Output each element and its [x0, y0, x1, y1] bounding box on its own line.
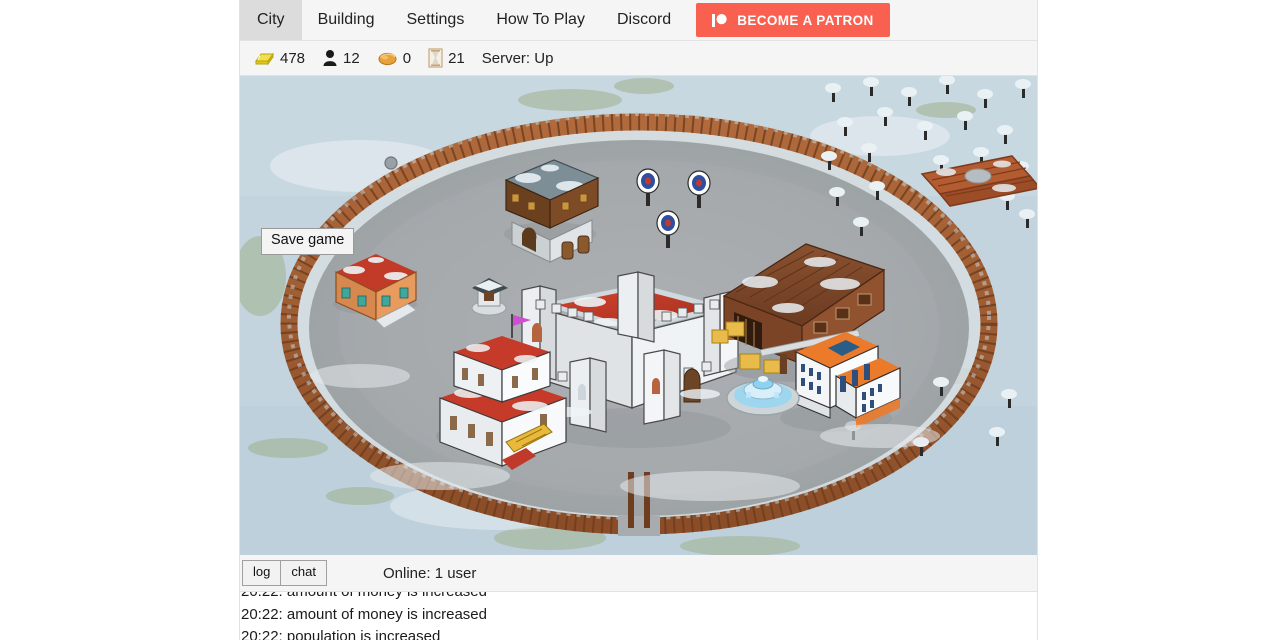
main-navigation: City Building Settings How To Play Disco…	[240, 0, 1037, 41]
city-scene	[240, 76, 1037, 555]
stat-value: 478	[280, 49, 306, 67]
tab-chat[interactable]: chat	[280, 560, 327, 586]
stat-value: 12	[343, 49, 360, 67]
nav-item-label: City	[257, 11, 285, 28]
save-game-label: Save game	[271, 232, 345, 248]
resource-stats-bar: 478 12 0 21 Server: Up	[240, 41, 1037, 76]
tab-log[interactable]: log	[242, 560, 282, 586]
population-icon	[323, 50, 337, 66]
content-column: City Building Settings How To Play Disco…	[239, 0, 1038, 640]
tavern-building	[504, 159, 600, 263]
gold-bar-icon	[255, 52, 274, 66]
patron-button-label: BECOME A PATRON	[737, 12, 874, 28]
stone-resource	[384, 156, 398, 170]
tab-label: chat	[291, 564, 316, 580]
patreon-icon	[712, 13, 727, 27]
stat-value: 0	[402, 49, 412, 67]
nav-item-label: How To Play	[496, 11, 585, 28]
nav-item-city[interactable]: City	[240, 0, 302, 40]
save-game-button[interactable]: Save game	[261, 228, 355, 255]
log-line: 20:22: amount of money is increased	[241, 605, 487, 623]
chat-log-toolbar: log chat Online: 1 user	[240, 555, 1037, 592]
nav-item-discord[interactable]: Discord	[601, 0, 687, 40]
online-users-label: Online: 1 user	[383, 564, 477, 582]
log-line: 20:22: population is increased	[241, 628, 441, 640]
hourglass-icon	[428, 48, 443, 68]
app-root: City Building Settings How To Play Disco…	[0, 0, 1280, 640]
stat-time[interactable]: 21	[428, 48, 465, 68]
stat-value: 21	[448, 49, 465, 67]
stat-food[interactable]: 0	[377, 49, 411, 67]
become-a-patron-button[interactable]: BECOME A PATRON	[696, 3, 890, 37]
nav-item-settings[interactable]: Settings	[391, 0, 481, 40]
stat-gold[interactable]: 478	[253, 49, 305, 67]
nav-item-building[interactable]: Building	[302, 0, 391, 40]
nav-item-label: Discord	[616, 11, 672, 28]
stat-population[interactable]: 12	[322, 49, 360, 67]
log-panel[interactable]: 20:22: amount of money is increased 20:2…	[240, 592, 1037, 640]
log-line: 20:22: amount of money is increased	[241, 592, 1037, 604]
tab-label: log	[253, 564, 271, 580]
nav-item-label: Settings	[406, 11, 465, 28]
nav-item-how-to-play[interactable]: How To Play	[480, 0, 601, 40]
nav-item-label: Building	[317, 11, 375, 28]
server-status-label: Server: Up	[481, 49, 554, 67]
game-viewport[interactable]: Save game	[240, 76, 1037, 555]
food-icon	[378, 52, 397, 66]
